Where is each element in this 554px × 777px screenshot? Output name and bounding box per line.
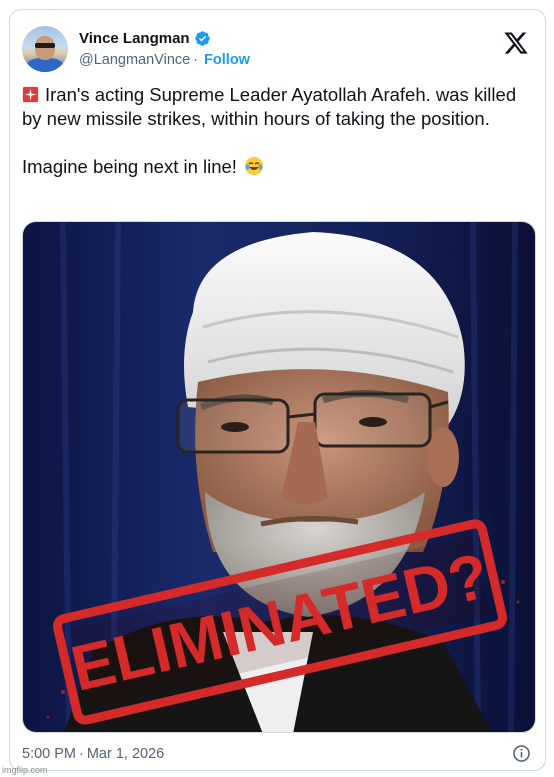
- avatar-face: [35, 36, 55, 60]
- rotating-light-emoji: [22, 86, 39, 103]
- display-name[interactable]: Vince Langman: [79, 30, 190, 47]
- avatar[interactable]: [22, 26, 68, 72]
- tweet-line-1: Iran's acting Supreme Leader Ayatollah A…: [22, 84, 517, 129]
- avatar-sunglasses: [35, 43, 55, 48]
- imgflip-watermark: imgflip.com: [2, 765, 48, 775]
- handle-separator: ·: [193, 52, 199, 68]
- verified-badge-icon: [194, 30, 210, 46]
- tweet-image[interactable]: ELIMINATED?: [22, 221, 536, 733]
- author-info: Vince Langman @LangmanVince · Follow: [79, 28, 250, 69]
- footer-separator: ·: [79, 746, 84, 762]
- tweet-time[interactable]: 5:00 PM: [22, 746, 76, 762]
- info-icon[interactable]: [512, 744, 531, 763]
- tweet-header: Vince Langman @LangmanVince · Follow: [22, 24, 533, 74]
- handle[interactable]: @LangmanVince: [79, 52, 190, 68]
- portrait-photo: ELIMINATED?: [23, 222, 535, 732]
- tweet-card[interactable]: Vince Langman @LangmanVince · Follow Ira…: [9, 9, 546, 771]
- tears-of-joy-emoji: [245, 157, 264, 175]
- avatar-shirt: [26, 58, 64, 72]
- follow-button[interactable]: Follow: [204, 52, 250, 68]
- tweet-date[interactable]: Mar 1, 2026: [87, 746, 164, 762]
- tweet-footer: 5:00 PM · Mar 1, 2026: [22, 744, 533, 764]
- x-logo-icon[interactable]: [503, 30, 529, 56]
- tweet-text: Iran's acting Supreme Leader Ayatollah A…: [22, 83, 532, 179]
- tweet-line-2: Imagine being next in line!: [22, 156, 237, 177]
